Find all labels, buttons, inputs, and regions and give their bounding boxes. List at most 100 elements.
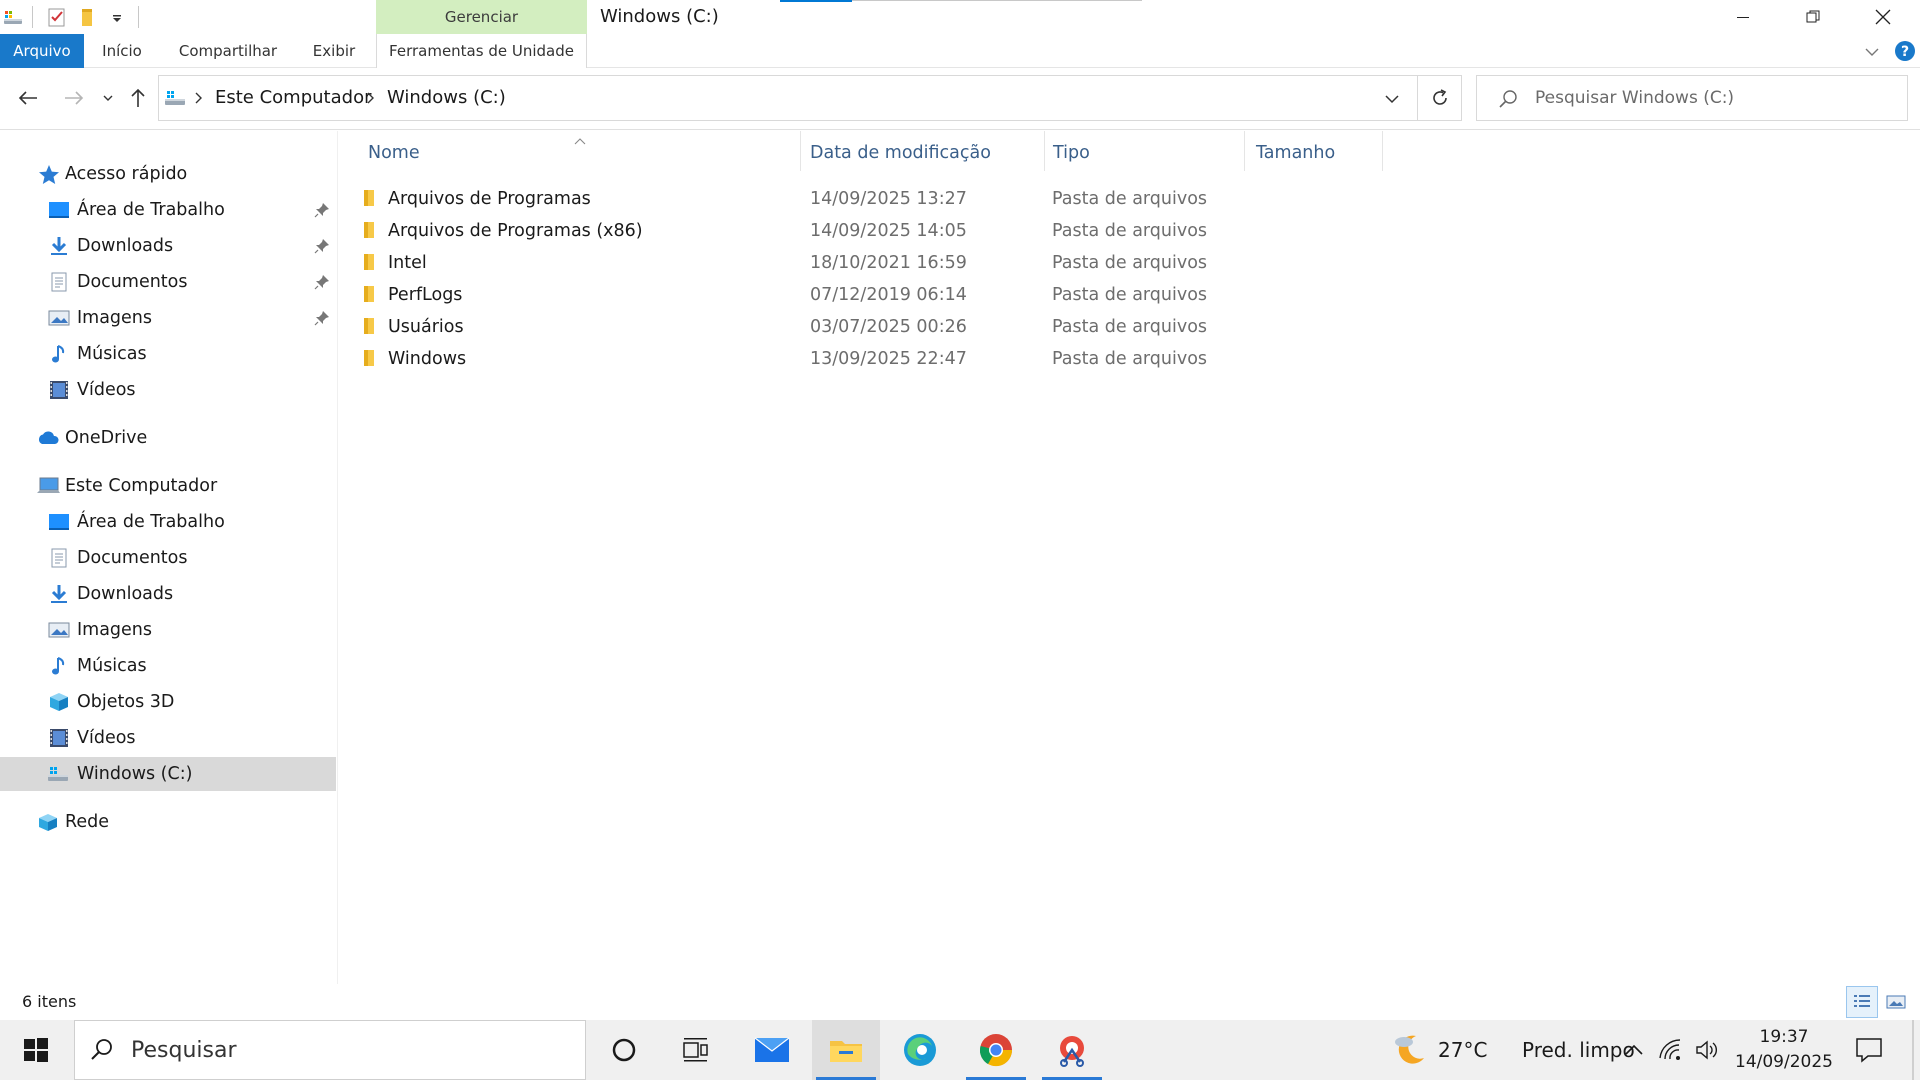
nav-pc-windows-c[interactable]: Windows (C:) bbox=[0, 757, 336, 791]
refresh-icon bbox=[1432, 89, 1447, 105]
column-header-size[interactable]: Tamanho bbox=[1256, 131, 1335, 175]
pin-icon[interactable] bbox=[314, 238, 330, 254]
tab-exibir[interactable]: Exibir bbox=[306, 34, 362, 68]
forward-button[interactable] bbox=[58, 82, 90, 114]
item-count: 6 itens bbox=[22, 992, 77, 1011]
drive-icon[interactable] bbox=[2, 6, 24, 28]
task-view-button[interactable] bbox=[662, 1020, 730, 1080]
address-dropdown-button[interactable] bbox=[1381, 88, 1403, 110]
nav-network[interactable]: Rede bbox=[0, 805, 336, 839]
column-header-type[interactable]: Tipo bbox=[1053, 131, 1090, 175]
edge-button[interactable] bbox=[886, 1020, 954, 1080]
column-divider[interactable] bbox=[1382, 131, 1383, 171]
file-row[interactable]: Windows 13/09/2025 22:47 Pasta de arquiv… bbox=[352, 343, 1482, 375]
properties-icon[interactable] bbox=[46, 6, 68, 28]
file-explorer-button[interactable] bbox=[812, 1020, 880, 1080]
breadcrumb-este-computador[interactable]: Este Computador bbox=[215, 76, 371, 120]
tab-compartilhar[interactable]: Compartilhar bbox=[172, 34, 284, 68]
refresh-button[interactable] bbox=[1418, 75, 1462, 121]
weather-icon[interactable] bbox=[1390, 1030, 1430, 1070]
nav-onedrive[interactable]: OneDrive bbox=[0, 421, 336, 455]
title-bar: Gerenciar Windows (C:) bbox=[0, 0, 1920, 34]
start-button[interactable] bbox=[2, 1020, 70, 1080]
up-button[interactable] bbox=[122, 82, 154, 114]
weather-description[interactable]: Pred. limpo bbox=[1522, 1020, 1635, 1080]
nav-this-pc[interactable]: Este Computador bbox=[0, 469, 336, 503]
breadcrumb-windows-c[interactable]: Windows (C:) bbox=[387, 76, 506, 120]
show-desktop-button[interactable] bbox=[1912, 1020, 1914, 1080]
file-date: 14/09/2025 13:27 bbox=[810, 189, 967, 209]
show-hidden-icons-button[interactable] bbox=[1622, 1038, 1646, 1062]
file-type: Pasta de arquivos bbox=[1052, 285, 1208, 305]
minimize-button[interactable] bbox=[1710, 0, 1776, 34]
divider bbox=[32, 6, 33, 28]
nav-pc-videos[interactable]: Vídeos bbox=[0, 721, 336, 755]
file-row[interactable]: Intel 18/10/2021 16:59 Pasta de arquivos bbox=[352, 247, 1482, 279]
restore-button[interactable] bbox=[1780, 0, 1846, 34]
nav-label: Downloads bbox=[77, 584, 174, 604]
tab-arquivo[interactable]: Arquivo bbox=[0, 34, 84, 68]
snipping-tool-button[interactable] bbox=[1038, 1020, 1106, 1080]
weather-temperature[interactable]: 27°C bbox=[1438, 1020, 1487, 1080]
wifi-icon[interactable] bbox=[1658, 1038, 1684, 1062]
nav-pc-desktop[interactable]: Área de Trabalho bbox=[0, 505, 336, 539]
recent-locations-button[interactable] bbox=[94, 82, 122, 114]
column-divider[interactable] bbox=[1044, 131, 1045, 171]
file-name: Usuários bbox=[388, 317, 464, 337]
nav-label: Este Computador bbox=[65, 476, 218, 496]
nav-pc-music[interactable]: Músicas bbox=[0, 649, 336, 683]
nav-quick-access[interactable]: Acesso rápido bbox=[0, 157, 336, 191]
address-bar[interactable]: Este Computador Windows (C:) bbox=[158, 75, 1418, 121]
file-row[interactable]: PerfLogs 07/12/2019 06:14 Pasta de arqui… bbox=[352, 279, 1482, 311]
window-title: Windows (C:) bbox=[600, 6, 719, 27]
file-type: Pasta de arquivos bbox=[1052, 253, 1208, 273]
clock-date[interactable]: 14/09/2025 bbox=[1726, 1052, 1842, 1072]
column-header-name[interactable]: Nome bbox=[368, 131, 420, 175]
pin-icon[interactable] bbox=[314, 202, 330, 218]
nav-pc-pictures[interactable]: Imagens bbox=[0, 613, 336, 647]
nav-pc-3d-objects[interactable]: Objetos 3D bbox=[0, 685, 336, 719]
navigation-bar: Este Computador Windows (C:) bbox=[0, 68, 1920, 130]
column-divider[interactable] bbox=[1244, 131, 1245, 171]
chevron-right-icon[interactable] bbox=[365, 90, 377, 106]
chevron-right-icon[interactable] bbox=[193, 90, 205, 106]
tab-ferramentas-de-unidade[interactable]: Ferramentas de Unidade bbox=[376, 34, 587, 68]
nav-quick-music[interactable]: Músicas bbox=[0, 337, 336, 371]
nav-quick-desktop[interactable]: Área de Trabalho bbox=[0, 193, 336, 227]
tab-inicio[interactable]: Início bbox=[96, 34, 148, 68]
close-button[interactable] bbox=[1850, 0, 1916, 34]
expand-ribbon-icon[interactable] bbox=[1862, 42, 1882, 62]
file-row[interactable]: Arquivos de Programas (x86) 14/09/2025 1… bbox=[352, 215, 1482, 247]
customize-toolbar-icon[interactable] bbox=[106, 6, 128, 28]
pin-icon[interactable] bbox=[314, 310, 330, 326]
chrome-button[interactable] bbox=[962, 1020, 1030, 1080]
file-date: 07/12/2019 06:14 bbox=[810, 285, 967, 305]
nav-quick-documents[interactable]: Documentos bbox=[0, 265, 336, 299]
column-header-date[interactable]: Data de modificação bbox=[810, 131, 991, 175]
search-input[interactable] bbox=[1535, 76, 1895, 120]
new-folder-icon[interactable] bbox=[78, 6, 100, 28]
search-box[interactable] bbox=[1476, 75, 1908, 121]
mail-app-button[interactable] bbox=[738, 1020, 806, 1080]
file-row[interactable]: Usuários 03/07/2025 00:26 Pasta de arqui… bbox=[352, 311, 1482, 343]
back-button[interactable] bbox=[12, 82, 44, 114]
help-icon[interactable]: ? bbox=[1894, 40, 1916, 62]
clock-time[interactable]: 19:37 bbox=[1736, 1027, 1832, 1047]
pin-icon[interactable] bbox=[314, 274, 330, 290]
file-row[interactable]: Arquivos de Programas 14/09/2025 13:27 P… bbox=[352, 183, 1482, 215]
context-tab-header: Gerenciar bbox=[376, 0, 587, 34]
volume-icon[interactable] bbox=[1694, 1038, 1720, 1062]
taskbar-search-input[interactable] bbox=[131, 1021, 571, 1079]
nav-quick-pictures[interactable]: Imagens bbox=[0, 301, 336, 335]
nav-quick-downloads[interactable]: Downloads bbox=[0, 229, 336, 263]
taskbar-search[interactable] bbox=[74, 1020, 586, 1080]
cortana-button[interactable] bbox=[590, 1020, 658, 1080]
nav-pc-downloads[interactable]: Downloads bbox=[0, 577, 336, 611]
download-icon bbox=[48, 584, 70, 604]
details-view-button[interactable] bbox=[1846, 986, 1878, 1018]
nav-pc-documents[interactable]: Documentos bbox=[0, 541, 336, 575]
notifications-button[interactable] bbox=[1854, 1036, 1884, 1064]
large-icons-view-button[interactable] bbox=[1880, 986, 1912, 1018]
nav-quick-videos[interactable]: Vídeos bbox=[0, 373, 336, 407]
column-divider[interactable] bbox=[800, 131, 801, 171]
